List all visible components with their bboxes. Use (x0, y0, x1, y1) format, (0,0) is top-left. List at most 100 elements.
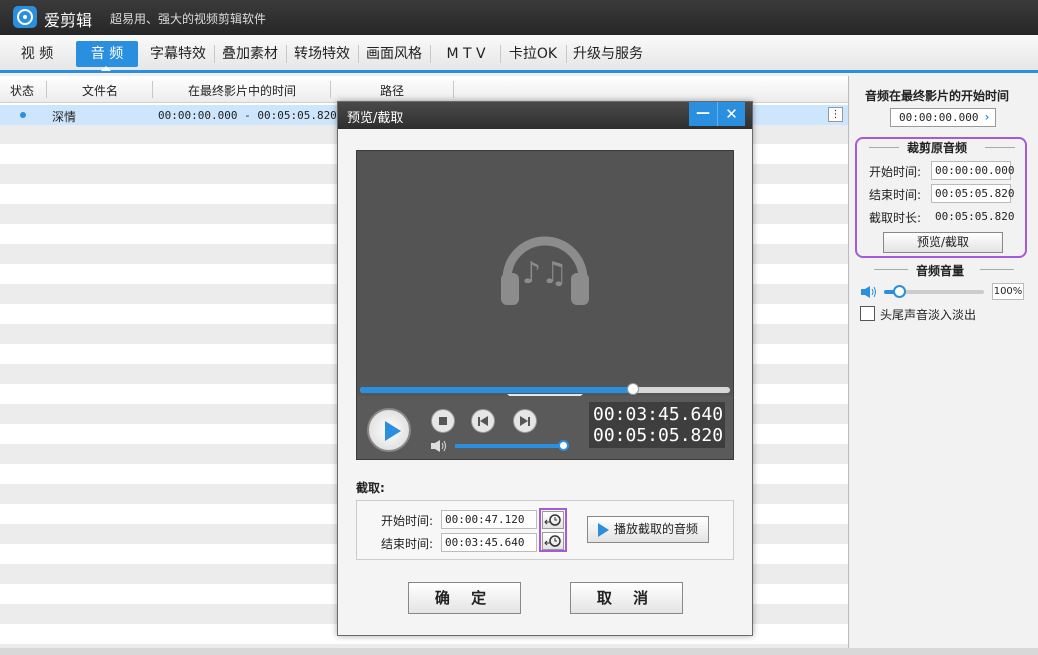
clock-arrow-icon (544, 514, 561, 526)
tab-divider (566, 45, 567, 63)
svg-text:♪♫: ♪♫ (522, 256, 568, 291)
tab-divider (358, 45, 359, 63)
app-slogan: 超易用、强大的视频剪辑软件 (110, 12, 267, 26)
cancel-button[interactable]: 取 消 (570, 582, 683, 614)
minimize-icon[interactable]: — (689, 102, 717, 126)
column-divider (46, 81, 47, 98)
play-cut-audio-button[interactable]: 播放截取的音频 (587, 516, 709, 543)
tab-karaoke[interactable]: 卡拉OK (504, 41, 562, 67)
app-name: 爱剪辑 (44, 11, 93, 30)
column-time-in-movie[interactable]: 在最终影片中的时间 (188, 82, 296, 99)
tab-overlay-materials[interactable]: 叠加素材 (218, 41, 282, 67)
movie-start-time-field[interactable]: 00:00:00.000 › (890, 108, 996, 127)
fade-in-out-checkbox[interactable] (860, 306, 875, 321)
preview-trim-button[interactable]: 预览/截取 (883, 232, 1003, 253)
chevron-right-icon[interactable]: › (979, 109, 995, 126)
media-player: ♪♫ ⌄ (356, 150, 734, 460)
current-time: 00:03:45.640 (593, 404, 724, 425)
play-button[interactable] (367, 408, 411, 452)
section-divider (869, 147, 899, 148)
play-icon (598, 523, 609, 537)
main-tab-bar: 视 频 音 频 字幕特效 叠加素材 转场特效 画面风格 M T V 卡拉OK 升… (0, 35, 1038, 73)
ok-button[interactable]: 确 定 (408, 582, 521, 614)
more-options-icon[interactable]: ⋮ (828, 107, 843, 122)
play-cut-audio-label: 播放截取的音频 (614, 522, 699, 536)
speaker-icon[interactable] (431, 440, 449, 452)
list-header: 状态 文件名 在最终影片中的时间 路径 (0, 76, 848, 103)
trim-end-label: 结束时间: (869, 188, 922, 202)
tab-upgrade-services[interactable]: 升级与服务 (570, 41, 646, 67)
fade-in-out-label[interactable]: 头尾声音淡入淡出 (880, 306, 976, 323)
trim-original-audio-group: 裁剪原音频 开始时间: 00:00:00.000 结束时间: 00:05:05.… (855, 137, 1027, 258)
next-frame-button[interactable] (513, 409, 537, 433)
tab-divider (214, 45, 215, 63)
cut-end-field[interactable]: 00:03:45.640 (441, 533, 537, 552)
seek-bar-fill (360, 387, 633, 393)
tab-audio[interactable]: 音 频 (76, 41, 138, 67)
cut-start-label: 开始时间: (381, 514, 434, 528)
time-display: 00:03:45.640 00:05:05.820 (589, 402, 725, 448)
start-time-title: 音频在最终影片的开始时间 (865, 89, 1010, 103)
dialog-title-bar[interactable]: 预览/截取 — ✕ (338, 102, 752, 129)
row-time-range: 00:00:00.000 - 00:05:05.820 (158, 109, 337, 122)
column-path[interactable]: 路径 (380, 82, 404, 99)
next-icon-arrow (520, 416, 528, 426)
play-icon (385, 421, 401, 441)
volume-value[interactable]: 100% (992, 283, 1024, 300)
column-filename[interactable]: 文件名 (82, 82, 118, 99)
trim-start-label: 开始时间: (869, 165, 922, 179)
seek-thumb[interactable] (626, 383, 639, 395)
trim-end-field[interactable]: 00:05:05.820 (931, 184, 1014, 203)
trim-start-field[interactable]: 00:00:00.000 (931, 161, 1014, 180)
column-divider (152, 81, 153, 98)
tab-divider (500, 45, 501, 63)
tab-subtitle-effects[interactable]: 字幕特效 (146, 41, 210, 67)
stop-button[interactable] (431, 409, 455, 433)
set-end-to-current-button[interactable] (542, 532, 564, 550)
section-divider (874, 269, 908, 270)
speaker-icon[interactable] (861, 286, 877, 298)
set-current-time-group (539, 508, 567, 552)
row-filename: 深情 (52, 110, 77, 124)
player-controls: 00:03:45.640 00:05:05.820 (357, 396, 733, 459)
trim-duration-value: 00:05:05.820 (935, 210, 1015, 223)
tab-transition-effects[interactable]: 转场特效 (290, 41, 354, 67)
column-divider (453, 81, 454, 98)
film-reel-icon (13, 6, 37, 28)
section-divider (980, 269, 1014, 270)
cut-start-field[interactable]: 00:00:47.120 (441, 510, 537, 529)
tab-mtv[interactable]: M T V (436, 41, 496, 67)
status-dot-icon (20, 112, 26, 118)
clock-arrow-icon (544, 535, 561, 547)
tab-picture-style[interactable]: 画面风格 (362, 41, 426, 67)
column-status[interactable]: 状态 (10, 82, 34, 99)
tab-divider (430, 45, 431, 63)
dialog-title: 预览/截取 (347, 111, 404, 126)
set-start-to-current-button[interactable] (542, 511, 564, 529)
preview-trim-dialog: 预览/截取 — ✕ ♪♫ ⌄ (337, 101, 753, 636)
close-icon[interactable]: ✕ (717, 102, 745, 126)
column-divider (330, 81, 331, 98)
bottom-toolbar (0, 648, 1038, 655)
player-volume-fill (455, 444, 562, 448)
volume-slider-thumb[interactable] (893, 285, 906, 298)
volume-section-title: 音频音量 (916, 264, 965, 278)
section-divider (985, 147, 1015, 148)
previous-frame-button[interactable] (471, 409, 495, 433)
seek-bar[interactable] (360, 387, 730, 393)
tab-divider (286, 45, 287, 63)
tab-video[interactable]: 视 频 (8, 41, 66, 67)
total-time: 00:05:05.820 (593, 425, 724, 446)
audio-settings-panel: 音频在最终影片的开始时间 00:00:00.000 › 裁剪原音频 开始时间: … (850, 76, 1038, 648)
previous-icon-arrow (480, 416, 488, 426)
trim-section-title: 裁剪原音频 (907, 141, 968, 155)
cut-section-label: 截取: (356, 481, 385, 495)
title-bar: 爱剪辑 超易用、强大的视频剪辑软件 (0, 0, 1038, 35)
player-volume-slider[interactable] (455, 444, 565, 448)
cut-panel: 开始时间: 00:00:47.120 结束时间: 00:03:45.640 播放… (356, 500, 734, 560)
next-icon (528, 417, 530, 426)
movie-start-time-value: 00:00:00.000 (899, 111, 979, 124)
player-volume-thumb[interactable] (558, 440, 569, 451)
cut-end-label: 结束时间: (381, 537, 434, 551)
active-tab-pointer (101, 66, 111, 71)
